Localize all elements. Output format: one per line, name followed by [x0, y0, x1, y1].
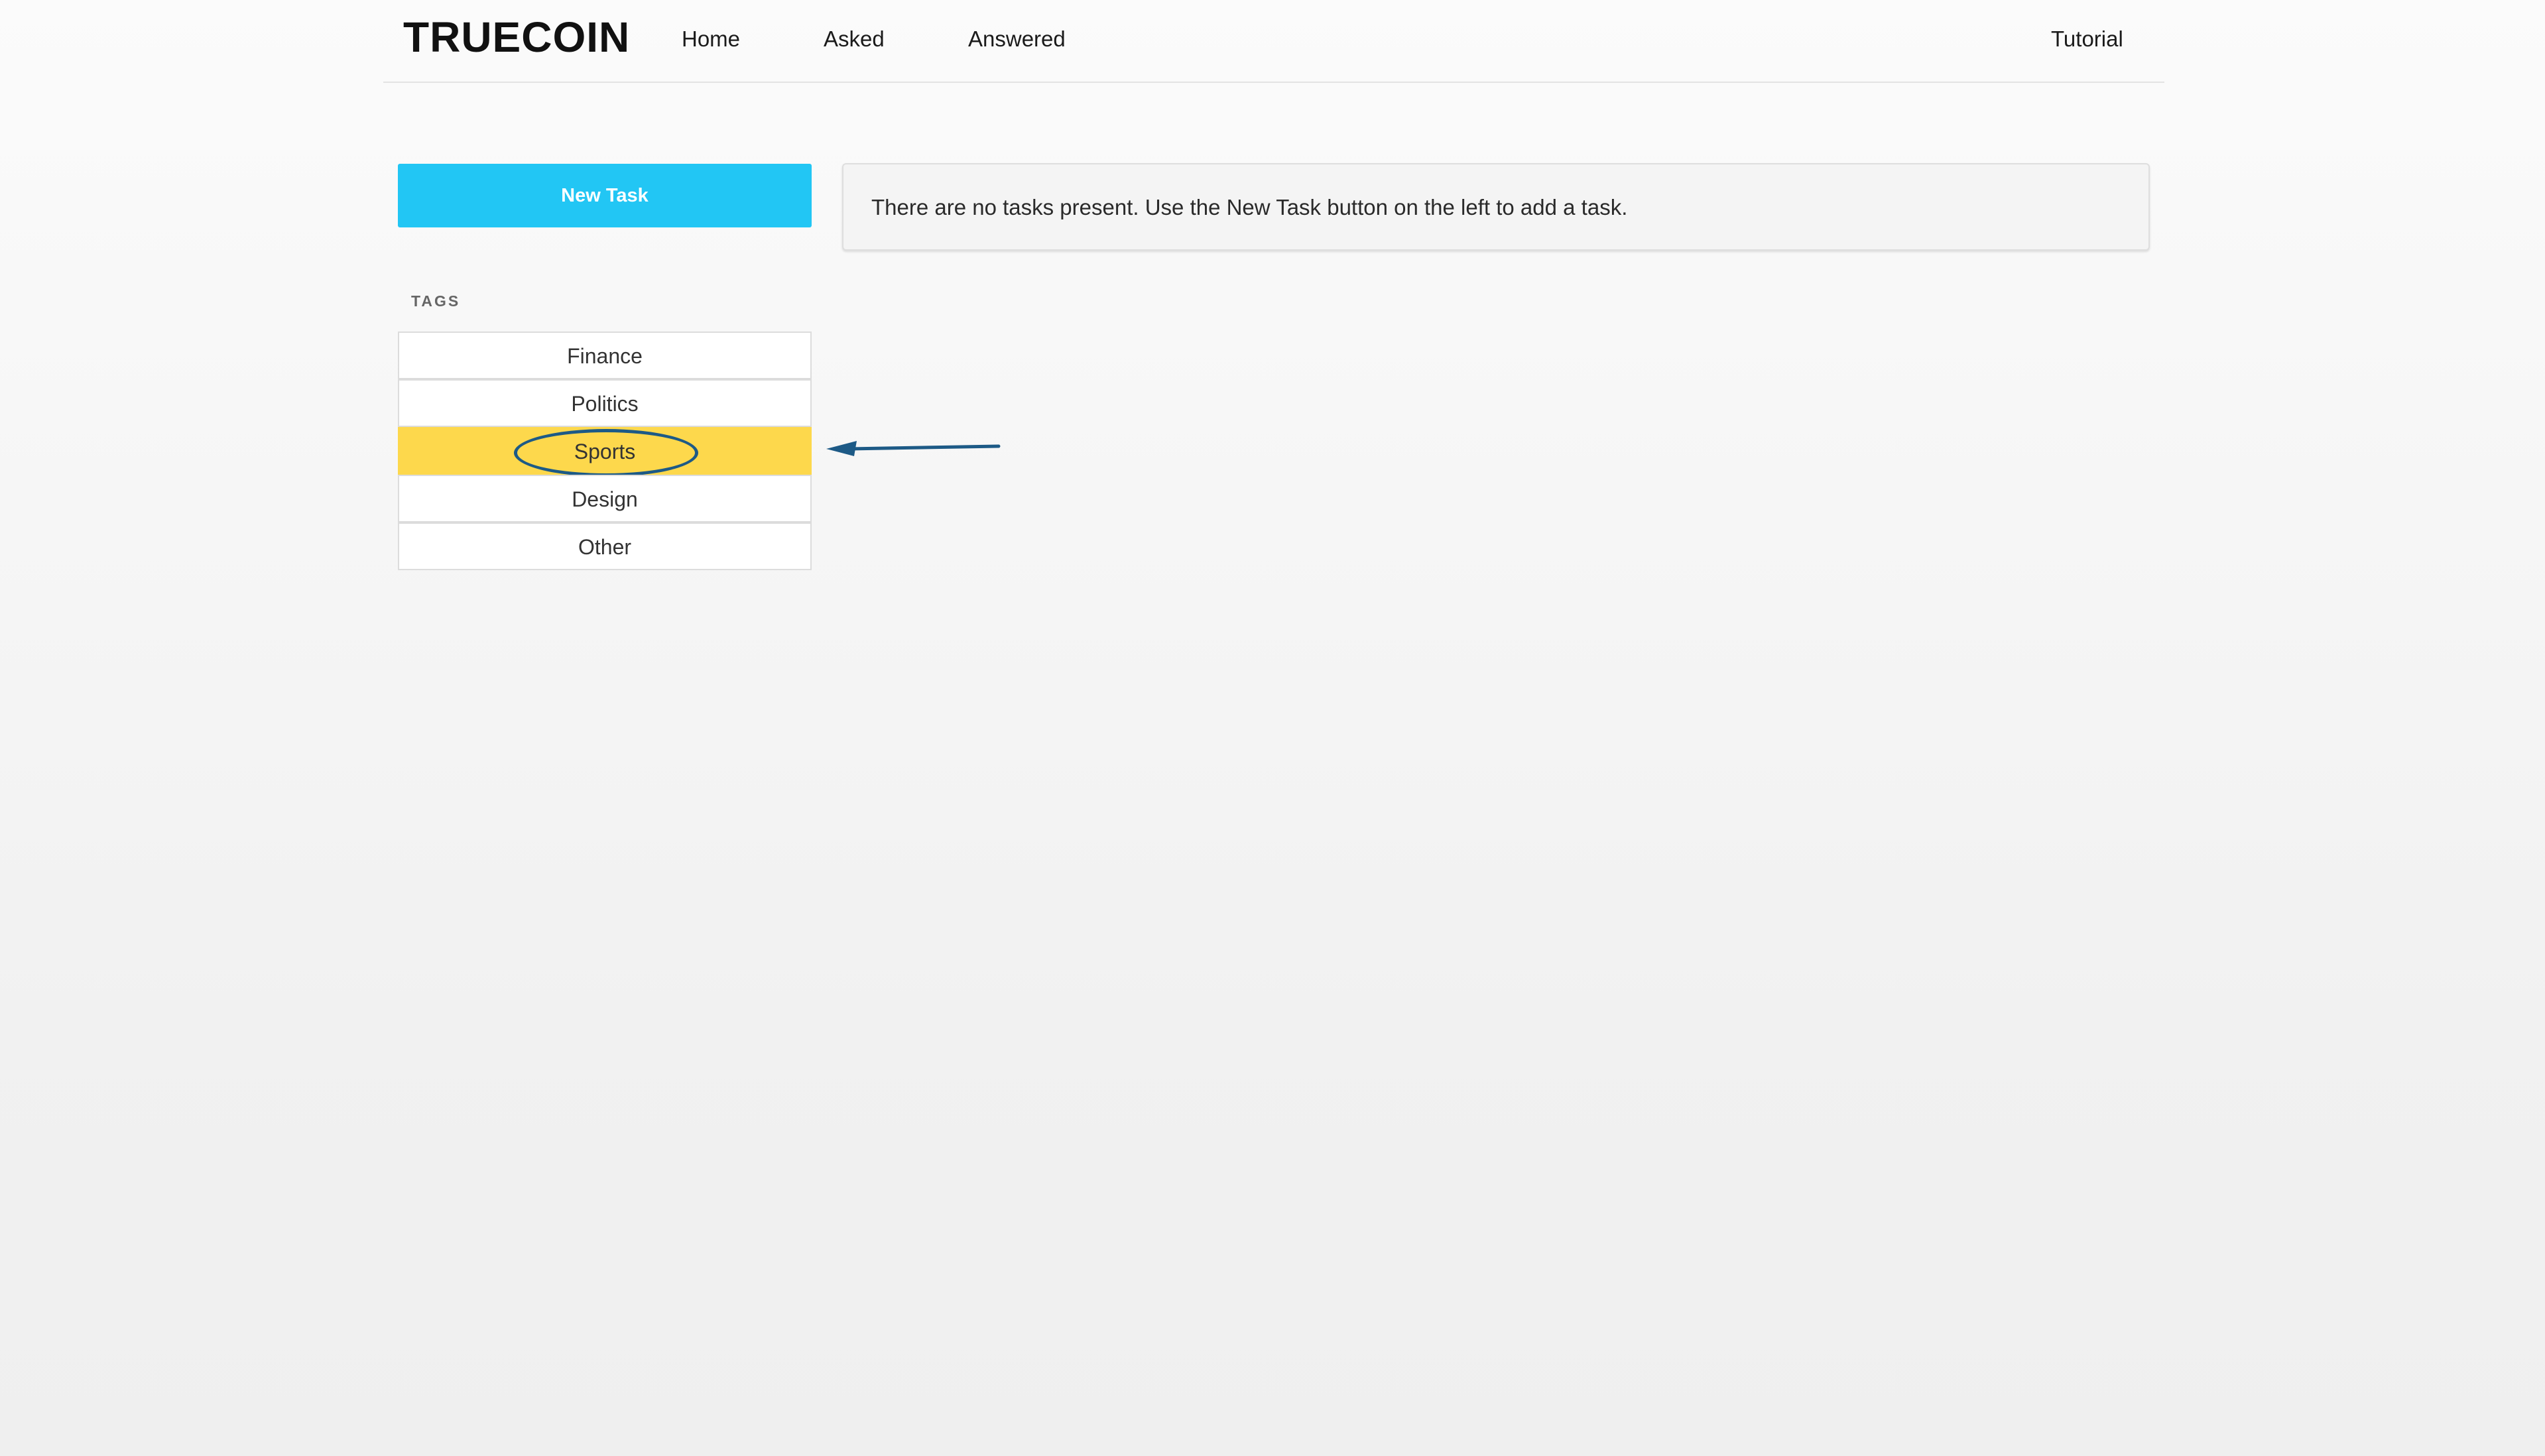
- tag-item-politics[interactable]: Politics: [398, 379, 812, 427]
- nav-home-link[interactable]: Home: [682, 28, 740, 50]
- nav-asked-link[interactable]: Asked: [824, 28, 885, 50]
- brand-logo[interactable]: TRUECOIN: [403, 16, 630, 58]
- empty-tasks-notice: There are no tasks present. Use the New …: [842, 163, 2150, 251]
- tag-label: Design: [572, 487, 638, 511]
- tag-item-design[interactable]: Design: [398, 475, 812, 522]
- tags-heading: TAGS: [411, 292, 461, 310]
- top-navbar: TRUECOIN Home Asked Answered Tutorial: [383, 0, 2164, 83]
- tag-item-sports[interactable]: Sports: [398, 427, 812, 477]
- new-task-button[interactable]: New Task: [398, 164, 812, 227]
- tag-label: Politics: [571, 392, 639, 416]
- tag-label: Finance: [567, 344, 643, 368]
- tag-item-finance[interactable]: Finance: [398, 332, 812, 379]
- tag-item-other[interactable]: Other: [398, 522, 812, 570]
- annotation-arrow-icon: [826, 441, 1001, 456]
- nav-answered-link[interactable]: Answered: [968, 28, 1066, 50]
- tag-label: Sports: [574, 440, 636, 463]
- tag-list: Finance Politics Sports Design Other: [398, 332, 812, 570]
- tag-label: Other: [578, 535, 632, 559]
- nav-tutorial-link[interactable]: Tutorial: [2051, 28, 2123, 50]
